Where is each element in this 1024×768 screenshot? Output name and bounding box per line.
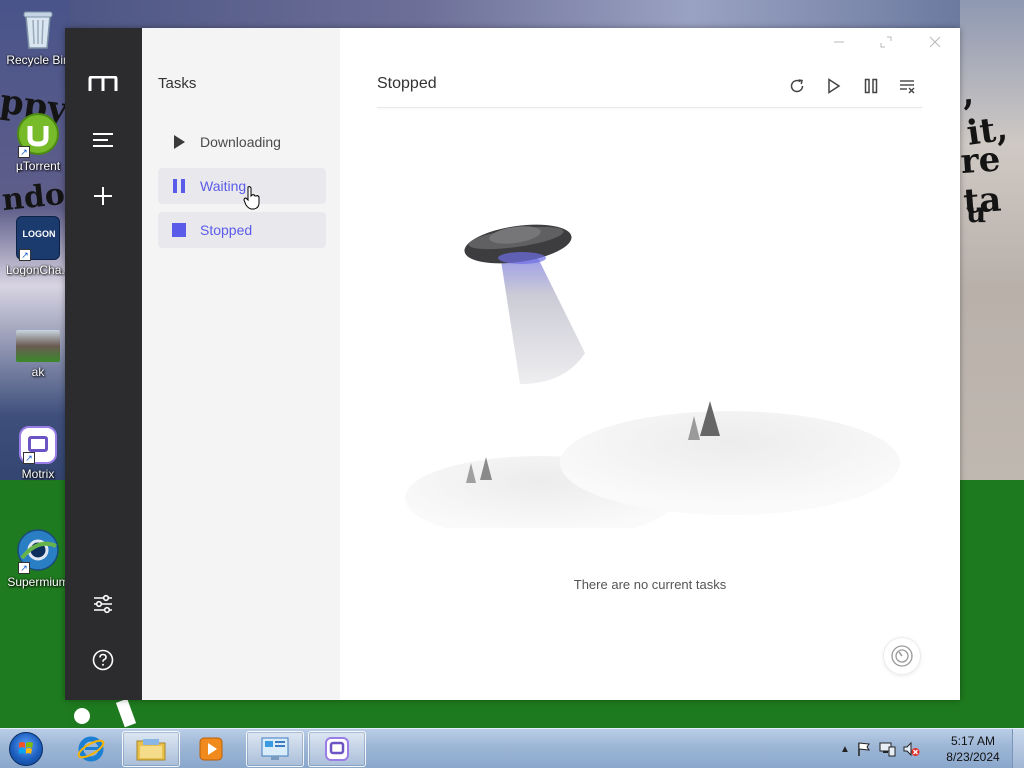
stop-icon xyxy=(170,221,188,239)
shortcut-arrow-icon: ↗ xyxy=(19,249,31,261)
sliders-icon[interactable] xyxy=(83,584,123,624)
media-player-icon xyxy=(199,737,223,761)
internet-explorer-icon xyxy=(77,736,105,762)
image-thumbnail-icon xyxy=(16,330,60,362)
empty-state-message: There are no current tasks xyxy=(573,577,727,592)
supermium-browser-icon: ↗ xyxy=(16,528,60,574)
start-button[interactable] xyxy=(4,730,48,768)
subnav-item-downloading[interactable]: Downloading xyxy=(158,124,326,160)
maximize-button[interactable] xyxy=(871,32,901,52)
taskbar-media-player[interactable] xyxy=(182,731,240,767)
ufo-empty-illustration xyxy=(405,224,900,528)
main-panel: Stopped There are no current tasks xyxy=(340,28,960,700)
logon-changer-icon: LOGON ↗ xyxy=(16,216,60,261)
speedometer-icon xyxy=(891,645,913,667)
page-title: Stopped xyxy=(377,75,437,92)
action-center-flag-icon[interactable] xyxy=(856,741,872,757)
taskbar-internet-explorer[interactable] xyxy=(62,731,120,767)
motrix-taskbar-icon xyxy=(325,737,349,761)
menu-icon[interactable] xyxy=(83,120,123,160)
system-tray: ▲ xyxy=(840,729,920,768)
file-explorer-icon xyxy=(136,739,166,761)
clock-time: 5:17 AM xyxy=(950,734,996,748)
desktop-icon-recycle-bin[interactable]: Recycle Bin xyxy=(6,6,70,67)
taskbar-control-panel[interactable] xyxy=(246,731,304,767)
header-divider xyxy=(377,107,922,108)
clear-list-icon[interactable] xyxy=(895,74,919,98)
shortcut-arrow-icon: ↗ xyxy=(18,562,30,574)
subnav-item-stopped[interactable]: Stopped xyxy=(158,212,326,248)
taskbar-file-explorer[interactable] xyxy=(122,731,180,767)
desktop-icon-label: Recycle Bin xyxy=(6,53,70,67)
desktop-icon-motrix[interactable]: ↗ Motrix xyxy=(6,426,70,481)
desktop-icon-label: Motrix xyxy=(21,467,55,481)
close-button[interactable] xyxy=(920,32,950,52)
network-icon[interactable] xyxy=(878,741,896,757)
utorrent-icon: ↗ xyxy=(16,112,60,158)
shortcut-arrow-icon: ↗ xyxy=(18,146,30,158)
sidebar-rail xyxy=(65,28,142,700)
desktop-icon-supermium[interactable]: ↗ Supermium xyxy=(6,528,70,589)
subnav-item-waiting[interactable]: Waiting xyxy=(158,168,326,204)
desktop-icon-logonchanger[interactable]: LOGON ↗ LogonCha... xyxy=(6,216,70,277)
help-icon[interactable] xyxy=(83,640,123,680)
motrix-app-icon: ↗ xyxy=(19,426,57,464)
hand-cursor-icon xyxy=(243,186,260,210)
desktop-icon-ak[interactable]: ak xyxy=(6,330,70,379)
tasks-subnav: Tasks Downloading Waiting Stopped xyxy=(142,28,340,700)
shortcut-arrow-icon: ↗ xyxy=(23,452,35,464)
taskbar-motrix[interactable] xyxy=(308,731,366,767)
windows-taskbar: ▲ 5:17 AM 8/23/2024 xyxy=(0,728,1024,768)
show-hidden-icons-icon[interactable]: ▲ xyxy=(840,744,850,755)
desktop-icon-label: Supermium xyxy=(7,575,69,589)
motrix-window: Tasks Downloading Waiting Stopped Stoppe… xyxy=(65,28,960,700)
refresh-icon[interactable] xyxy=(785,74,809,98)
recycle-bin-icon xyxy=(16,6,60,50)
windows-logo-icon xyxy=(9,732,43,766)
motrix-logo-icon[interactable] xyxy=(83,64,123,104)
control-panel-icon xyxy=(261,737,289,760)
desktop-icon-label: LogonCha... xyxy=(6,263,70,277)
speed-limit-button[interactable] xyxy=(883,637,921,675)
pause-icon[interactable] xyxy=(859,74,883,98)
play-icon xyxy=(170,133,188,151)
clock-date: 8/23/2024 xyxy=(946,750,1000,764)
taskbar-clock[interactable]: 5:17 AM 8/23/2024 xyxy=(940,733,1006,765)
desktop-icon-label: µTorrent xyxy=(15,159,61,173)
show-desktop-button[interactable] xyxy=(1012,729,1024,768)
subnav-title: Tasks xyxy=(158,75,197,92)
play-icon[interactable] xyxy=(822,74,846,98)
plus-icon[interactable] xyxy=(83,176,123,216)
desktop-icon-utorrent[interactable]: ↗ µTorrent xyxy=(6,112,70,173)
minimize-button[interactable] xyxy=(824,32,854,52)
desktop-icon-label: ak xyxy=(31,365,45,379)
volume-muted-icon[interactable] xyxy=(902,741,920,757)
pause-icon xyxy=(170,177,188,195)
